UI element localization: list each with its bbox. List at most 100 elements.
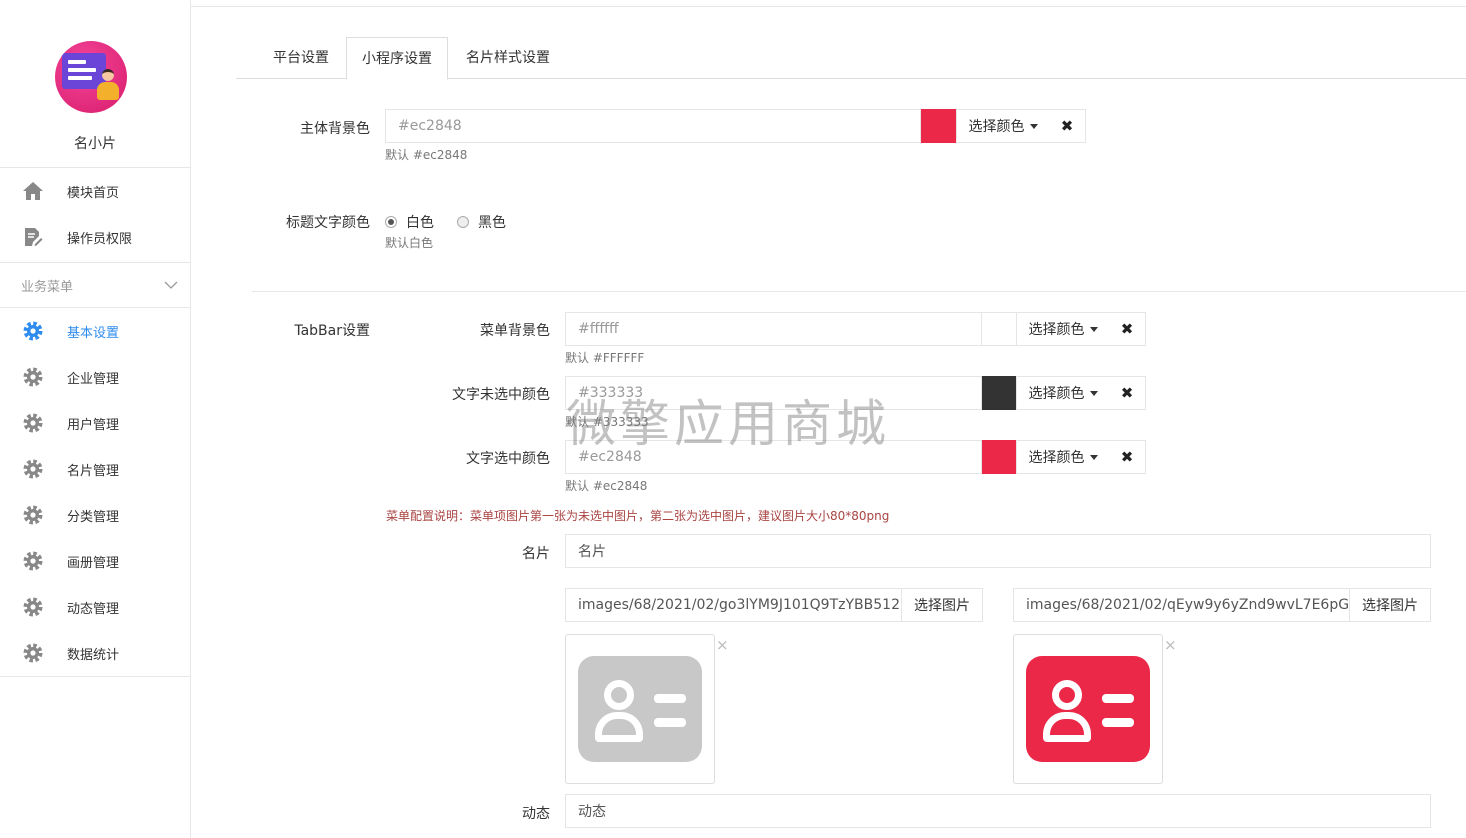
tab-item-card-image2-pick-button[interactable]: 选择图片: [1349, 588, 1431, 622]
menu-bg-hint: 默认 #FFFFFF: [565, 351, 645, 365]
tab-card-style-settings[interactable]: 名片样式设置: [454, 37, 562, 79]
caret-down-icon: [1029, 123, 1038, 129]
home-icon: [22, 180, 44, 202]
remove-image1-icon[interactable]: ×: [716, 636, 729, 654]
radio-label: 黑色: [478, 215, 506, 231]
tab-item-card-image1-input[interactable]: images/68/2021/02/go3lYM9J101Q9TzYBB512: [565, 588, 902, 622]
title-color-hint: 默认白色: [385, 236, 434, 250]
text-selected-label: 文字选中颜色: [466, 451, 550, 467]
person-head-graphic: [102, 69, 114, 81]
tab-item-card-name-input[interactable]: 名片: [565, 534, 1431, 568]
radio-unchecked-icon: [457, 216, 469, 228]
section-title: 业务菜单: [21, 279, 74, 295]
gear-icon: [22, 412, 44, 434]
nav-item-users[interactable]: 用户管理: [0, 400, 190, 446]
tab-item-card-image2-preview: [1013, 634, 1163, 784]
nav-item-label: 用户管理: [67, 417, 120, 433]
top-nav: 模块首页 操作员权限: [0, 168, 190, 260]
caret-down-icon: [1089, 390, 1098, 396]
tabbar-section-label: TabBar设置: [294, 323, 370, 339]
nav-item-company[interactable]: 企业管理: [0, 354, 190, 400]
tab-miniprogram-settings[interactable]: 小程序设置: [346, 37, 448, 80]
tab-item-card-label: 名片: [522, 546, 550, 562]
nav-item-label: 画册管理: [67, 555, 120, 571]
gear-icon: [22, 458, 44, 480]
menu-bg-pick-button[interactable]: 选择颜色: [1016, 312, 1110, 346]
app-logo: [55, 41, 127, 113]
nav-item-basic-settings[interactable]: 基本设置: [0, 308, 190, 354]
text-unselected-hint: 默认 #333333: [565, 415, 649, 429]
contact-card-icon: [1026, 656, 1150, 762]
text-selected-pick-button[interactable]: 选择颜色: [1016, 440, 1110, 474]
radio-checked-icon: [385, 216, 397, 228]
text-selected-input[interactable]: #ec2848: [565, 440, 982, 474]
caret-down-icon: [1089, 326, 1098, 332]
nav-item-label: 操作员权限: [67, 231, 133, 247]
edit-document-icon: [22, 226, 44, 248]
button-label: 选择颜色: [1028, 386, 1085, 402]
section-divider: [252, 291, 1466, 292]
chevron-down-icon: [164, 278, 178, 293]
nav-item-label: 名片管理: [67, 463, 120, 479]
tab-platform-settings[interactable]: 平台设置: [258, 37, 344, 79]
nav-item-label: 基本设置: [67, 325, 120, 341]
tab-item-posts-name-input[interactable]: 动态: [565, 794, 1431, 828]
nav-item-home[interactable]: 模块首页: [0, 168, 190, 214]
bg-color-pick-button[interactable]: 选择颜色: [956, 109, 1050, 143]
title-color-label: 标题文字颜色: [286, 215, 370, 231]
caret-down-icon: [1089, 454, 1098, 460]
gear-icon: [22, 320, 44, 342]
title-color-white-radio[interactable]: 白色: [385, 212, 434, 232]
text-unselected-pick-button[interactable]: 选择颜色: [1016, 376, 1110, 410]
bg-color-input[interactable]: #ec2848: [385, 109, 921, 143]
menu-bg-input[interactable]: #ffffff: [565, 312, 982, 346]
nav-item-label: 动态管理: [67, 601, 120, 617]
gear-icon: [22, 596, 44, 618]
gear-icon: [22, 504, 44, 526]
nav-item-label: 模块首页: [67, 185, 120, 201]
tab-item-posts-label: 动态: [522, 806, 550, 822]
person-body-graphic: [97, 82, 119, 100]
text-selected-clear-button[interactable]: ✖: [1109, 440, 1146, 474]
menu-bg-swatch: [982, 312, 1017, 346]
menu-config-note: 菜单配置说明：菜单项图片第一张为未选中图片，第二张为选中图片，建议图片大小80*…: [386, 509, 890, 523]
text-unselected-input[interactable]: #333333: [565, 376, 982, 410]
menu-bg-label: 菜单背景色: [480, 323, 550, 339]
radio-label: 白色: [406, 215, 434, 231]
logo-area: 名小片: [0, 0, 190, 168]
bg-color-hint: 默认 #ec2848: [385, 148, 468, 162]
nav-item-albums[interactable]: 画册管理: [0, 538, 190, 584]
nav-item-label: 分类管理: [67, 509, 120, 525]
gear-icon: [22, 366, 44, 388]
nav-item-permissions[interactable]: 操作员权限: [0, 214, 190, 260]
gear-icon: [22, 642, 44, 664]
text-selected-hint: 默认 #ec2848: [565, 479, 648, 493]
gear-icon: [22, 550, 44, 572]
bg-color-label: 主体背景色: [300, 121, 370, 137]
nav-item-categories[interactable]: 分类管理: [0, 492, 190, 538]
nav-item-statistics[interactable]: 数据统计: [0, 630, 190, 676]
remove-image2-icon[interactable]: ×: [1164, 636, 1177, 654]
text-unselected-swatch: [982, 376, 1017, 410]
nav-item-cards[interactable]: 名片管理: [0, 446, 190, 492]
text-unselected-clear-button[interactable]: ✖: [1109, 376, 1146, 410]
button-label: 选择颜色: [1028, 322, 1085, 338]
text-selected-swatch: [982, 440, 1017, 474]
tab-item-card-image2-input[interactable]: images/68/2021/02/qEyw9y6yZnd9wvL7E6pG7: [1013, 588, 1350, 622]
contact-card-icon: [578, 656, 702, 762]
button-label: 选择颜色: [968, 119, 1025, 135]
main-content: 平台设置 小程序设置 名片样式设置 主体背景色 #ec2848 选择颜色 ✖ 默…: [236, 0, 1466, 838]
tab-item-card-image1-pick-button[interactable]: 选择图片: [901, 588, 983, 622]
business-nav: 基本设置 企业管理 用户管理 名片管理 分类管理 画册管理 动态管理 数据统计: [0, 308, 190, 677]
nav-item-label: 企业管理: [67, 371, 120, 387]
business-menu-header[interactable]: 业务菜单: [0, 262, 190, 308]
menu-bg-clear-button[interactable]: ✖: [1109, 312, 1146, 346]
bg-color-clear-button[interactable]: ✖: [1049, 109, 1086, 143]
nav-item-posts[interactable]: 动态管理: [0, 584, 190, 630]
app-name: 名小片: [74, 136, 116, 152]
nav-item-label: 数据统计: [67, 647, 120, 663]
title-color-black-radio[interactable]: 黑色: [457, 212, 506, 232]
text-unselected-label: 文字未选中颜色: [452, 387, 550, 403]
bg-color-swatch: [921, 109, 956, 143]
settings-tabs: 平台设置 小程序设置 名片样式设置: [236, 37, 1466, 80]
